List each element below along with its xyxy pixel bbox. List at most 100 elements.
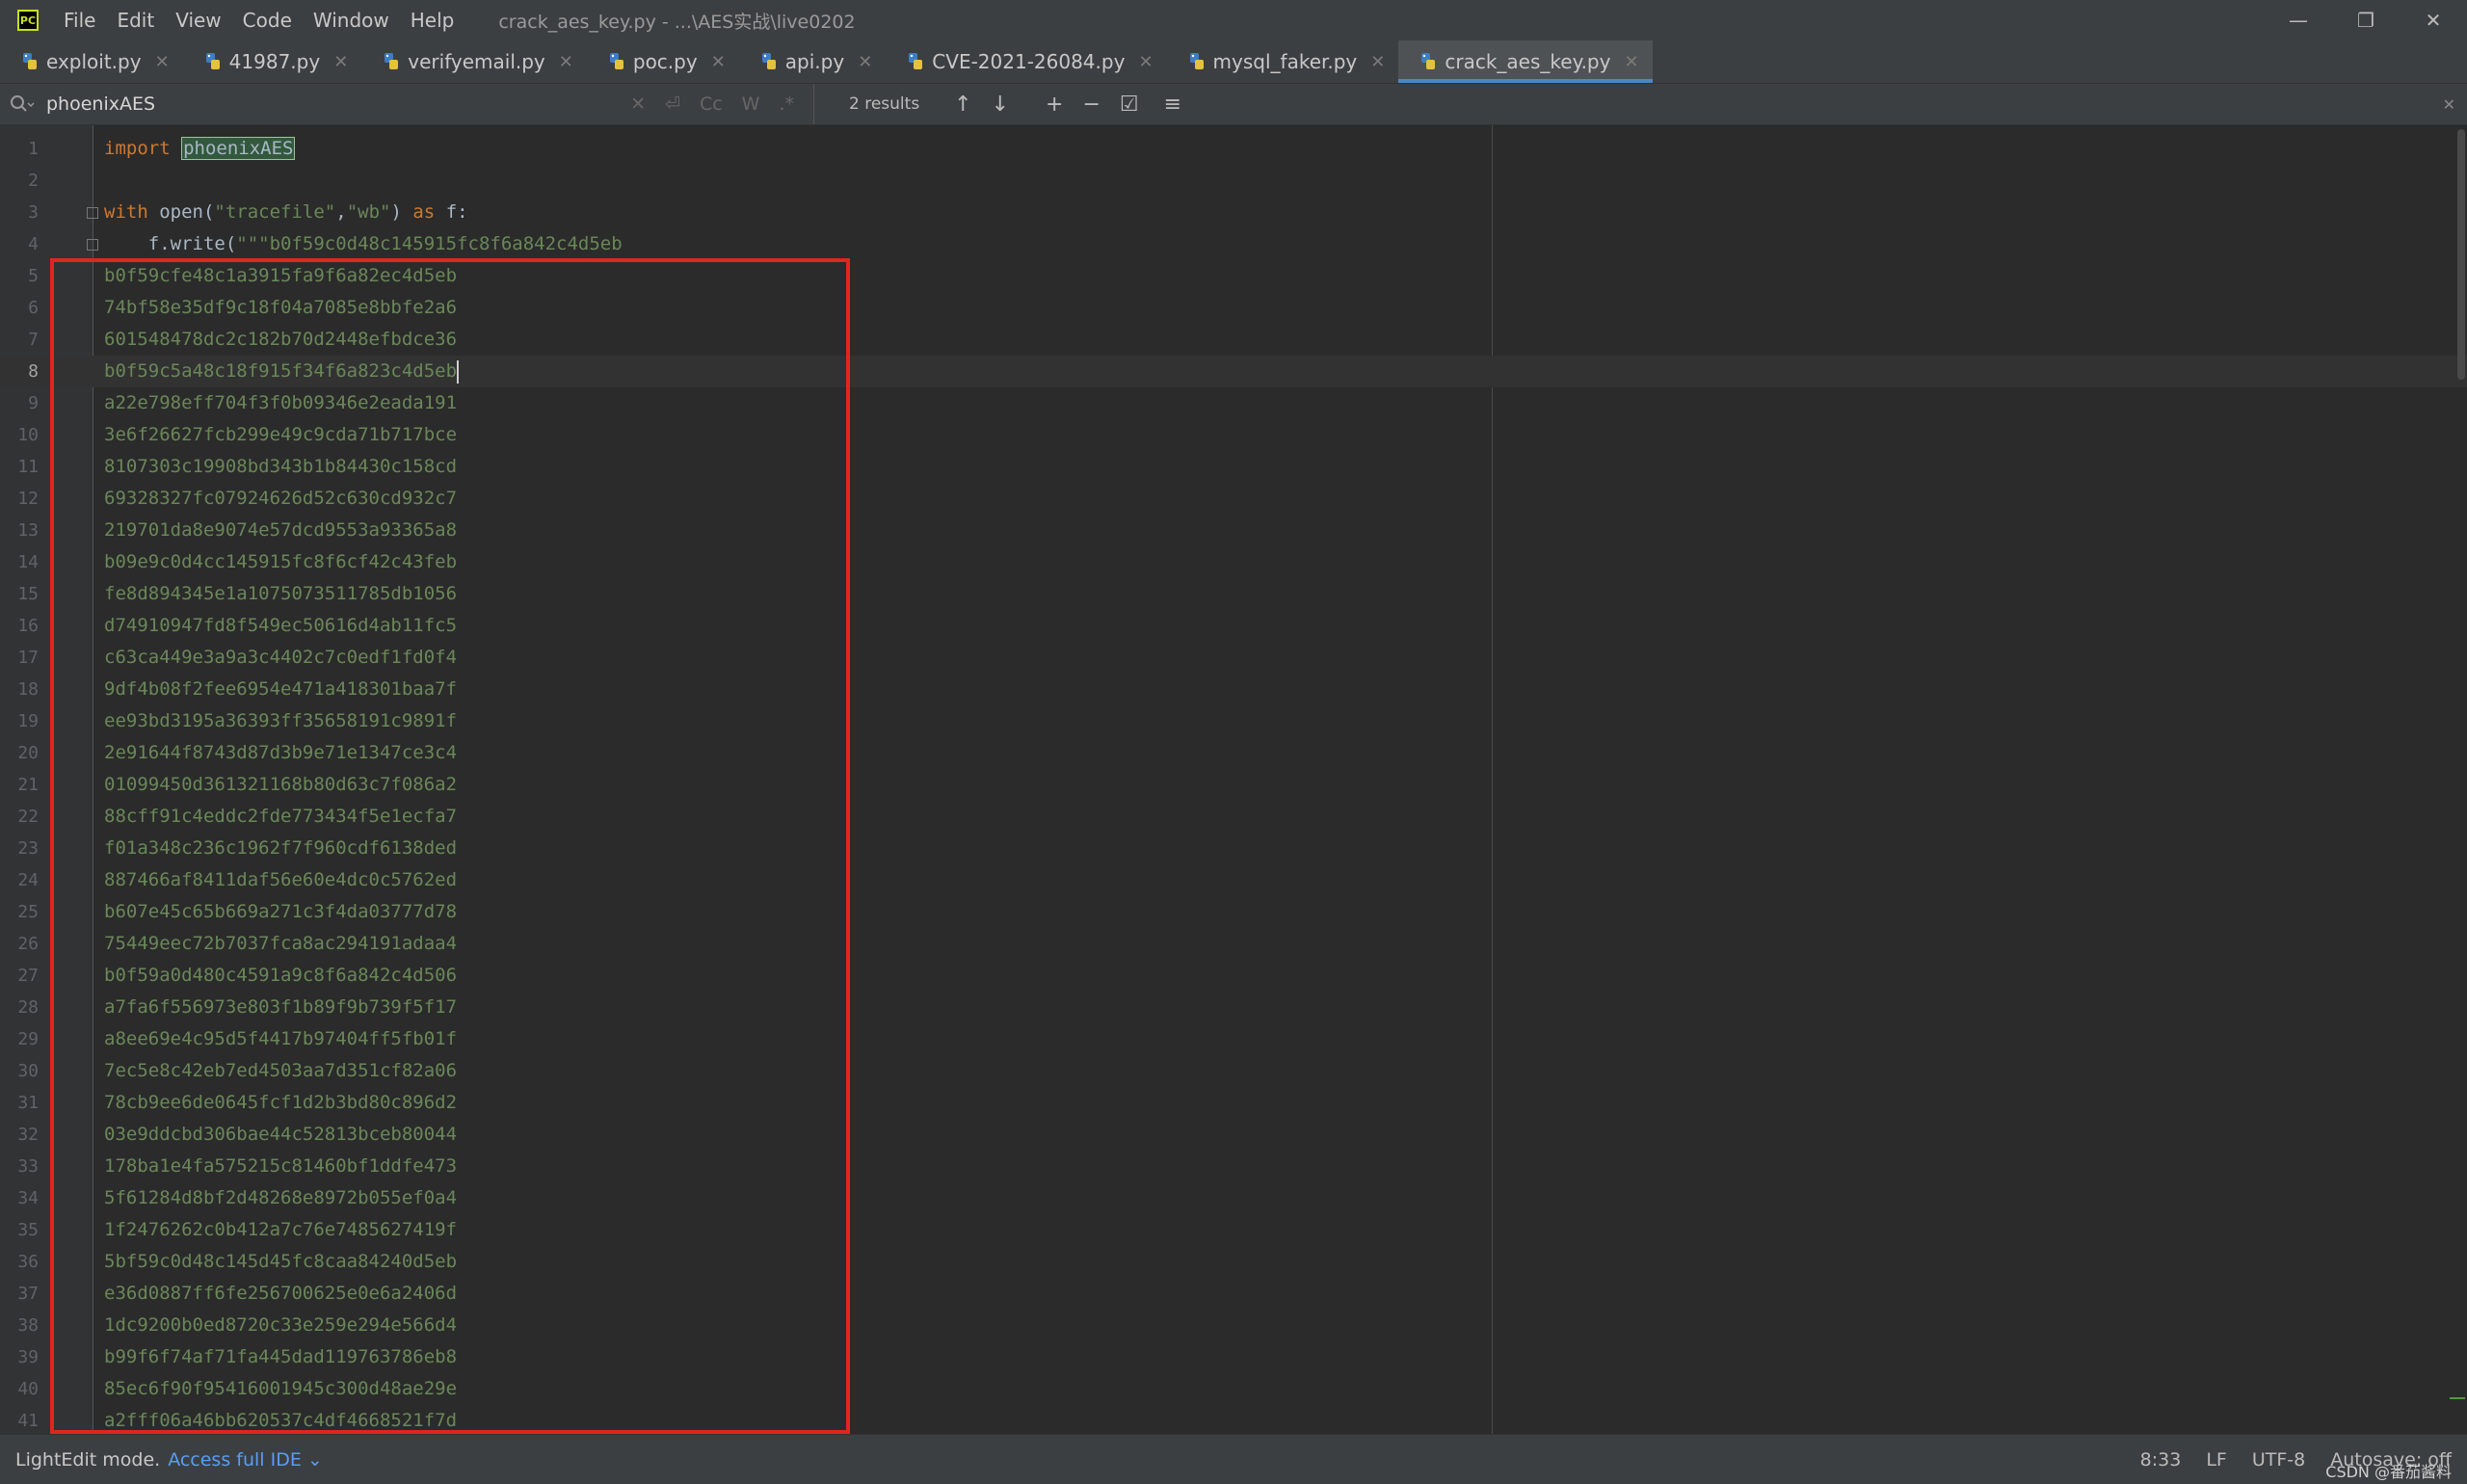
tab-crack-aes-key-py[interactable]: crack_aes_key.py ✕ (1398, 40, 1653, 83)
line-number: 11 (17, 457, 39, 477)
line-number: 25 (17, 902, 39, 922)
menu-code[interactable]: Code (243, 9, 292, 32)
search-input[interactable] (44, 93, 626, 116)
tab-41987-py[interactable]: 41987.py ✕ (183, 40, 362, 83)
line-number: 27 (17, 966, 39, 986)
close-tab-icon[interactable]: ✕ (155, 52, 170, 72)
line-number: 30 (17, 1061, 39, 1081)
line-number: 24 (17, 870, 39, 890)
new-line-icon[interactable]: ⏎ (665, 93, 680, 115)
arrow-down-icon[interactable]: ↓ (992, 93, 1009, 117)
select-all-occurrences-icon[interactable]: ☑ (1120, 93, 1139, 117)
search-nav: ↑ ↓ + − ☑ ≡ (954, 93, 1181, 117)
fold-toggle-icon[interactable] (87, 239, 98, 251)
minimize-icon[interactable]: — (2265, 0, 2332, 40)
line-number: 4 (28, 234, 39, 254)
line-number: 35 (17, 1220, 39, 1240)
add-occurrence-icon[interactable]: + (1046, 93, 1063, 117)
line-number: 32 (17, 1125, 39, 1145)
tab-label: verifyemail.py (408, 50, 545, 73)
line-number: 15 (17, 584, 39, 604)
code-text: , (335, 201, 347, 223)
editor-tabs: exploit.py ✕ 41987.py ✕ verifyemail.py ✕ poc.p… (0, 40, 2467, 84)
line-number: 23 (17, 838, 39, 859)
match-case-toggle[interactable]: Cc (700, 93, 723, 115)
search-icon (11, 95, 35, 112)
tab-verifyemail-py[interactable]: verifyemail.py ✕ (361, 40, 587, 83)
line-number: 38 (17, 1315, 39, 1336)
tab-label: crack_aes_key.py (1445, 50, 1611, 73)
close-find-bar-icon[interactable]: ✕ (2443, 95, 2455, 114)
line-number: 20 (17, 743, 39, 763)
keyword-with: with (104, 201, 148, 223)
line-separator[interactable]: LF (2206, 1449, 2227, 1471)
close-tab-icon[interactable]: ✕ (1624, 52, 1638, 72)
restore-icon[interactable]: ❐ (2332, 0, 2400, 40)
access-full-ide-link[interactable]: Access full IDE ⌄ (168, 1449, 323, 1471)
line-number: 36 (17, 1252, 39, 1272)
close-window-icon[interactable]: ✕ (2400, 0, 2467, 40)
fold-toggle-icon[interactable] (87, 207, 98, 219)
tab-exploit-py[interactable]: exploit.py ✕ (0, 40, 183, 83)
python-file-icon (205, 53, 220, 69)
code-text: f.write( (104, 233, 237, 254)
main-menu: File Edit View Code Window Help (64, 9, 454, 32)
close-tab-icon[interactable]: ✕ (858, 52, 872, 72)
line-number: 28 (17, 997, 39, 1018)
menu-help[interactable]: Help (411, 9, 455, 32)
code-line-4[interactable]: 4 f.write("""b0f59c0d48c145915fc8f6a842c… (0, 228, 2467, 260)
line-number: 13 (17, 520, 39, 541)
scrollbar-thumb[interactable] (2457, 129, 2465, 380)
arrow-up-icon[interactable]: ↑ (954, 93, 971, 117)
tab-label: mysql_faker.py (1212, 50, 1358, 73)
menu-edit[interactable]: Edit (117, 9, 154, 32)
tab-cve-2021-26084-py[interactable]: CVE-2021-26084.py ✕ (886, 40, 1166, 83)
tab-poc-py[interactable]: poc.py ✕ (587, 40, 739, 83)
python-file-icon (23, 53, 37, 69)
regex-toggle[interactable]: .* (779, 93, 794, 115)
caret-position[interactable]: 8:33 (2140, 1449, 2182, 1471)
tab-api-py[interactable]: api.py ✕ (739, 40, 887, 83)
line-number: 41 (17, 1411, 39, 1431)
close-tab-icon[interactable]: ✕ (559, 52, 573, 72)
lightedit-mode-label: LightEdit mode. (15, 1448, 161, 1471)
tab-mysql-faker-py[interactable]: mysql_faker.py ✕ (1167, 40, 1399, 83)
line-number: 14 (17, 552, 39, 572)
code-line-1[interactable]: 1 import phoenixAES (0, 133, 2467, 165)
close-tab-icon[interactable]: ✕ (333, 52, 348, 72)
filter-icon[interactable]: ≡ (1164, 93, 1181, 117)
close-tab-icon[interactable]: ✕ (1370, 52, 1385, 72)
menu-window[interactable]: Window (313, 9, 389, 32)
line-number: 3 (28, 202, 39, 223)
close-tab-icon[interactable]: ✕ (1138, 52, 1153, 72)
file-encoding[interactable]: UTF-8 (2252, 1449, 2305, 1471)
clear-search-icon[interactable]: ✕ (630, 93, 646, 115)
string-literal: "wb" (346, 201, 391, 223)
line-number: 16 (17, 616, 39, 636)
code-line-3[interactable]: 3 with open("tracefile","wb") as f: (0, 197, 2467, 228)
red-annotation-box (50, 258, 850, 1434)
code-editor[interactable]: 1 import phoenixAES 2 3 with open("trace… (0, 125, 2467, 1434)
menu-view[interactable]: View (175, 9, 221, 32)
menu-file[interactable]: File (64, 9, 95, 32)
window-title: crack_aes_key.py - ...\AES实战\live0202 (498, 11, 856, 33)
line-number: 37 (17, 1284, 39, 1304)
line-number: 17 (17, 648, 39, 668)
tab-label: exploit.py (46, 50, 142, 73)
python-file-icon (761, 53, 776, 69)
line-number: 22 (17, 807, 39, 827)
line-number: 26 (17, 934, 39, 954)
line-number: 33 (17, 1156, 39, 1177)
code-line-2[interactable]: 2 (0, 165, 2467, 197)
line-number: 19 (17, 711, 39, 731)
line-number: 40 (17, 1379, 39, 1399)
line-number: 18 (17, 679, 39, 700)
search-options: ✕ ⏎ Cc W .* (630, 93, 794, 115)
line-number: 34 (17, 1188, 39, 1208)
remove-occurrence-icon[interactable]: − (1082, 93, 1100, 117)
line-number: 31 (17, 1093, 39, 1113)
whole-words-toggle[interactable]: W (742, 93, 760, 115)
line-number: 5 (28, 266, 39, 286)
close-tab-icon[interactable]: ✕ (711, 52, 726, 72)
python-file-icon (385, 53, 399, 69)
